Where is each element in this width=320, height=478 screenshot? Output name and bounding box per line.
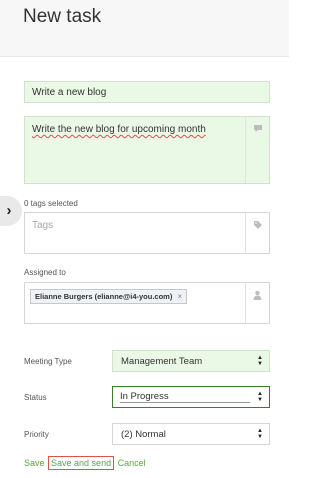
priority-select[interactable]: (2) Normal ▲ ▼ xyxy=(112,423,270,445)
task-title-value: Write a new blog xyxy=(32,87,107,98)
save-and-send-button[interactable]: Save and send xyxy=(48,456,115,470)
status-value: In Progress xyxy=(120,391,250,403)
meeting-type-label: Meeting Type xyxy=(24,357,72,366)
tags-placeholder: Tags xyxy=(32,220,54,231)
page-title: New task xyxy=(23,6,102,27)
comment-icon xyxy=(245,117,269,183)
task-description-value: Write the new blog for upcoming month xyxy=(32,124,206,135)
assignee-chip-text: Elianne Burgers (elianne@i4-you.com) xyxy=(35,292,173,301)
tags-count-label: 0 tags selected xyxy=(24,199,78,208)
remove-assignee-button[interactable]: × xyxy=(177,292,182,301)
header-bar: New task xyxy=(0,0,289,57)
assigned-to-label: Assigned to xyxy=(24,268,66,277)
form-actions: Save Save and send Cancel xyxy=(24,456,146,470)
chevron-right-icon: › xyxy=(6,202,12,219)
assigned-to-input[interactable]: Elianne Burgers (elianne@i4-you.com) × xyxy=(24,282,270,324)
cancel-button[interactable]: Cancel xyxy=(118,458,146,468)
tag-icon xyxy=(245,213,269,253)
select-caret-icon: ▲ ▼ xyxy=(257,428,263,440)
assignee-chip: Elianne Burgers (elianne@i4-you.com) × xyxy=(30,289,188,304)
meeting-type-select[interactable]: Management Team ▲ ▼ xyxy=(112,350,270,372)
priority-value: (2) Normal xyxy=(121,429,166,440)
task-description-textarea[interactable]: Write the new blog for upcoming month xyxy=(24,116,270,184)
user-icon xyxy=(245,283,269,323)
tags-input[interactable]: Tags xyxy=(24,212,270,254)
task-title-input[interactable]: Write a new blog xyxy=(24,81,270,103)
status-label: Status xyxy=(24,393,47,402)
priority-label: Priority xyxy=(24,430,49,439)
select-caret-icon: ▲ ▼ xyxy=(257,391,263,403)
select-caret-icon: ▲ ▼ xyxy=(257,355,263,367)
save-button[interactable]: Save xyxy=(24,458,45,468)
meeting-type-value: Management Team xyxy=(121,356,203,367)
expand-panel-toggle[interactable]: › xyxy=(0,196,22,226)
status-select[interactable]: In Progress ▲ ▼ xyxy=(112,386,270,408)
